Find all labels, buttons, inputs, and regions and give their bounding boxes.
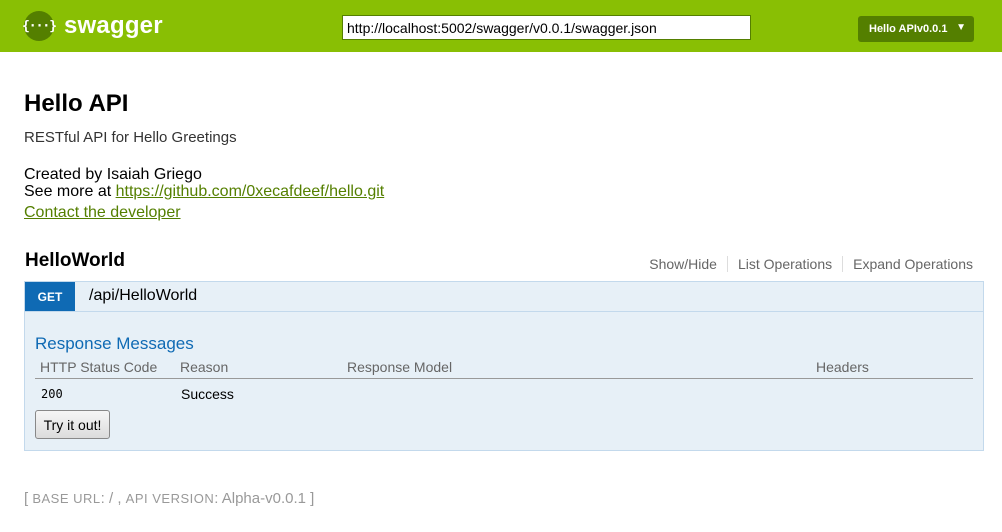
top-bar: {···} swagger Hello APIv0.0.1 ▼ bbox=[0, 0, 1002, 52]
resource-title[interactable]: HelloWorld bbox=[25, 250, 125, 272]
expand-operations-link[interactable]: Expand Operations bbox=[842, 256, 973, 272]
see-more-prefix: See more at bbox=[24, 183, 116, 200]
repo-link[interactable]: https://github.com/0xecafdeef/hello.git bbox=[116, 183, 385, 200]
operation-heading[interactable]: GET /api/HelloWorld bbox=[25, 282, 983, 312]
show-hide-link[interactable]: Show/Hide bbox=[639, 256, 727, 272]
api-version-select[interactable]: Hello APIv0.0.1 ▼ bbox=[858, 16, 974, 42]
chevron-down-icon: ▼ bbox=[956, 22, 966, 33]
swagger-logo-icon: {···} bbox=[22, 11, 57, 41]
api-version-label: API VERSION bbox=[125, 491, 215, 506]
list-operations-link[interactable]: List Operations bbox=[726, 256, 842, 272]
table-header-divider bbox=[35, 378, 973, 379]
api-version-selected: Hello APIv0.0.1 bbox=[869, 23, 948, 35]
created-by: Created by Isaiah Griego bbox=[24, 166, 202, 183]
footer-base-info: [ BASE URL: / , API VERSION: Alpha-v0.0.… bbox=[24, 490, 314, 507]
swagger-logo[interactable]: {···} swagger bbox=[22, 11, 163, 41]
http-method-badge[interactable]: GET bbox=[25, 282, 75, 311]
spec-url-input[interactable] bbox=[342, 15, 751, 40]
response-messages-title: Response Messages bbox=[35, 334, 194, 353]
status-code-cell: 200 bbox=[41, 387, 63, 401]
footer-close-bracket: ] bbox=[310, 490, 315, 507]
api-description: RESTful API for Hello Greetings bbox=[24, 129, 237, 146]
operation-panel: GET /api/HelloWorld Response Messages HT… bbox=[24, 281, 984, 451]
column-header-headers: Headers bbox=[816, 359, 869, 375]
page-title: Hello API bbox=[24, 90, 129, 117]
see-more: See more at https://github.com/0xecafdee… bbox=[24, 183, 384, 201]
base-url-label: BASE URL bbox=[32, 491, 101, 506]
column-header-reason: Reason bbox=[180, 359, 229, 375]
logo-text: swagger bbox=[64, 12, 163, 39]
column-header-status-code: HTTP Status Code bbox=[40, 359, 158, 375]
operation-path[interactable]: /api/HelloWorld bbox=[89, 287, 197, 305]
contact-developer-link[interactable]: Contact the developer bbox=[24, 204, 181, 222]
column-header-response-model: Response Model bbox=[347, 359, 453, 375]
api-version-value: : Alpha-v0.0.1 bbox=[214, 490, 311, 507]
reason-cell: Success bbox=[181, 386, 234, 402]
try-it-out-button[interactable]: Try it out! bbox=[35, 410, 110, 439]
base-url-value: : / , bbox=[100, 490, 126, 507]
resource-actions: Show/Hide List Operations Expand Operati… bbox=[639, 256, 973, 272]
